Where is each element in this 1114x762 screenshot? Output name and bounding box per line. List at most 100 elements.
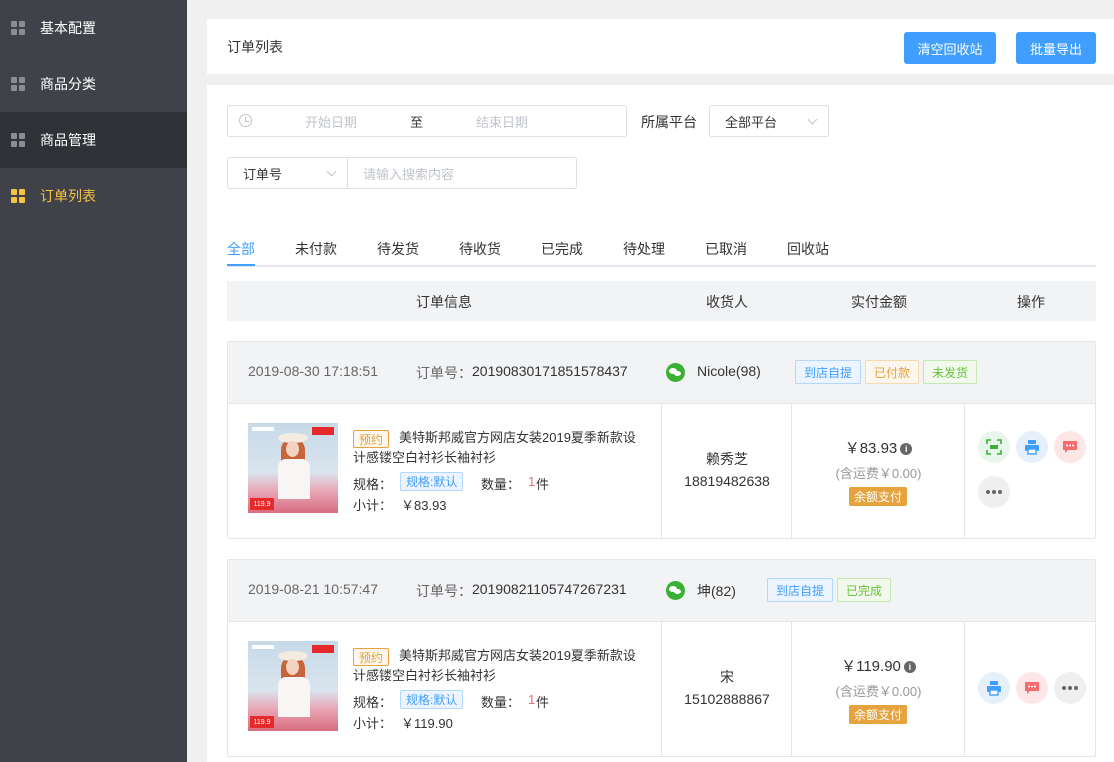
amount-value: ￥83.93 [844,440,898,457]
column-divider [964,404,965,538]
amount-cell: ￥119.90 i (含运费￥0.00) 余额支付 [792,622,965,756]
product-name[interactable]: 美特斯邦威官方网店女装2019夏季新款设计感镂空白衬衫长袖衬衫 [353,428,638,468]
info-icon[interactable]: i [903,661,916,673]
table-header: 订单信息 收货人 实付金额 操作 [227,281,1096,321]
more-button[interactable] [1054,672,1086,704]
sidebar-item-label: 基本配置 [40,20,96,36]
search-field-select[interactable]: 订单号 [227,157,348,189]
message-icon [1063,441,1077,453]
grid-icon [11,133,25,147]
end-date-input[interactable]: 结束日期 [476,112,528,131]
product-image[interactable]: 119.9 [248,423,338,513]
qty-value: 1 [528,474,536,489]
column-header-ops: 操作 [1017,294,1045,310]
platform-select[interactable]: 全部平台 [709,105,829,137]
qty-unit: 件 [536,477,550,492]
main-panel: 开始日期 至 结束日期 所属平台 全部平台 订单号 请输入搜索内容 全部 未付款… [207,85,1114,762]
subtotal-label: 小计： [353,716,393,731]
sidebar-item-basic-config[interactable]: 基本配置 [0,0,187,56]
buyer-name: Nicole(98) [697,363,761,379]
amount-value: ￥119.90 [841,658,901,675]
receiver-cell: 赖秀芝 18819482638 [662,404,792,538]
order-no-label: 订单号： [416,365,472,381]
wechat-icon [666,581,685,600]
qty-label: 数量： [481,695,521,710]
pay-method-badge: 余额支付 [849,705,908,724]
page-header: 订单列表 清空回收站 批量导出 [207,19,1114,74]
order-status-tabs: 全部 未付款 待发货 待收货 已完成 待处理 已取消 回收站 [227,235,1096,267]
thumb-price: 119.9 [250,498,274,510]
qty-label: 数量： [481,477,521,492]
active-tab-indicator [227,264,255,266]
platform-select-value: 全部平台 [725,114,778,130]
clock-icon [239,114,252,127]
subtotal-value: ￥83.93 [401,498,447,513]
sidebar: 基本配置 商品分类 商品管理 订单列表 [0,0,187,762]
order-no: 20190830171851578437 [472,363,628,379]
thumb-price: 119.9 [250,716,274,728]
batch-export-button[interactable]: 批量导出 [1016,32,1096,64]
subtotal-label: 小计： [353,498,393,513]
product-image[interactable]: 119.9 [248,641,338,731]
spec-badge: 规格:默认 [400,690,464,709]
print-button[interactable] [978,672,1010,704]
more-icon [986,490,1002,494]
search-input[interactable]: 请输入搜索内容 [348,157,577,189]
preorder-badge: 预约 [353,430,390,448]
tab-cancelled[interactable]: 已取消 [705,239,747,259]
print-button[interactable] [1016,431,1048,463]
column-divider [964,622,965,756]
sidebar-item-order-list[interactable]: 订单列表 [0,168,187,224]
tab-to-receive[interactable]: 待收货 [459,239,501,259]
info-icon[interactable]: i [900,443,913,455]
receiver-name: 赖秀芝 [706,451,748,467]
status-badge: 未发货 [923,360,977,384]
sidebar-item-label: 商品管理 [40,132,96,148]
sidebar-item-label: 商品分类 [40,76,96,92]
clear-recycle-bin-button[interactable]: 清空回收站 [904,32,996,64]
date-range-picker[interactable]: 开始日期 至 结束日期 [227,105,627,137]
more-button[interactable] [978,476,1010,508]
tab-pending[interactable]: 待处理 [623,239,665,259]
search-field-value: 订单号 [243,166,283,182]
message-button[interactable] [1016,672,1048,704]
amount-line: ￥119.90 i [792,655,965,676]
shipping-fee: (含运费￥0.00) [835,684,922,699]
sidebar-item-label: 订单列表 [40,188,96,204]
receiver-cell: 宋 15102888867 [662,622,792,756]
status-badge: 到店自提 [767,578,833,602]
page-title: 订单列表 [227,38,283,55]
product-name[interactable]: 美特斯邦威官方网店女装2019夏季新款设计感镂空白衬衫长袖衬衫 [353,646,638,686]
chevron-down-icon [326,166,337,177]
scan-icon [986,439,1002,455]
qty-value: 1 [528,692,536,707]
receiver-phone: 15102888867 [684,691,770,707]
sidebar-item-product-management[interactable]: 商品管理 [0,112,187,168]
tab-completed[interactable]: 已完成 [541,239,583,259]
grid-icon [11,189,25,203]
grid-icon [11,77,25,91]
message-button[interactable] [1054,431,1086,463]
scan-verify-button[interactable] [978,431,1010,463]
column-header-info: 订单信息 [416,294,472,310]
grid-icon [11,21,25,35]
preorder-badge: 预约 [353,648,390,666]
tab-all[interactable]: 全部 [227,239,255,259]
order-date: 2019-08-30 17:18:51 [248,363,378,379]
shipping-fee: (含运费￥0.00) [835,466,922,481]
tab-to-ship[interactable]: 待发货 [377,239,419,259]
tab-recycle-bin[interactable]: 回收站 [787,239,829,259]
sidebar-item-product-category[interactable]: 商品分类 [0,56,187,112]
subtotal-value: ￥119.90 [401,716,453,731]
tab-unpaid[interactable]: 未付款 [295,239,337,259]
range-separator: 至 [410,114,424,130]
qty-unit: 件 [536,695,550,710]
order-card: 2019-08-21 10:57:47 订单号： 201908211057472… [227,559,1096,757]
status-badge: 已完成 [837,578,891,602]
wechat-icon [666,363,685,382]
order-header: 2019-08-21 10:57:47 订单号： 201908211057472… [228,560,1095,622]
start-date-input[interactable]: 开始日期 [305,112,357,131]
status-badge: 已付款 [865,360,919,384]
spec-label: 规格： [353,695,393,710]
order-header: 2019-08-30 17:18:51 订单号： 201908301718515… [228,342,1095,404]
